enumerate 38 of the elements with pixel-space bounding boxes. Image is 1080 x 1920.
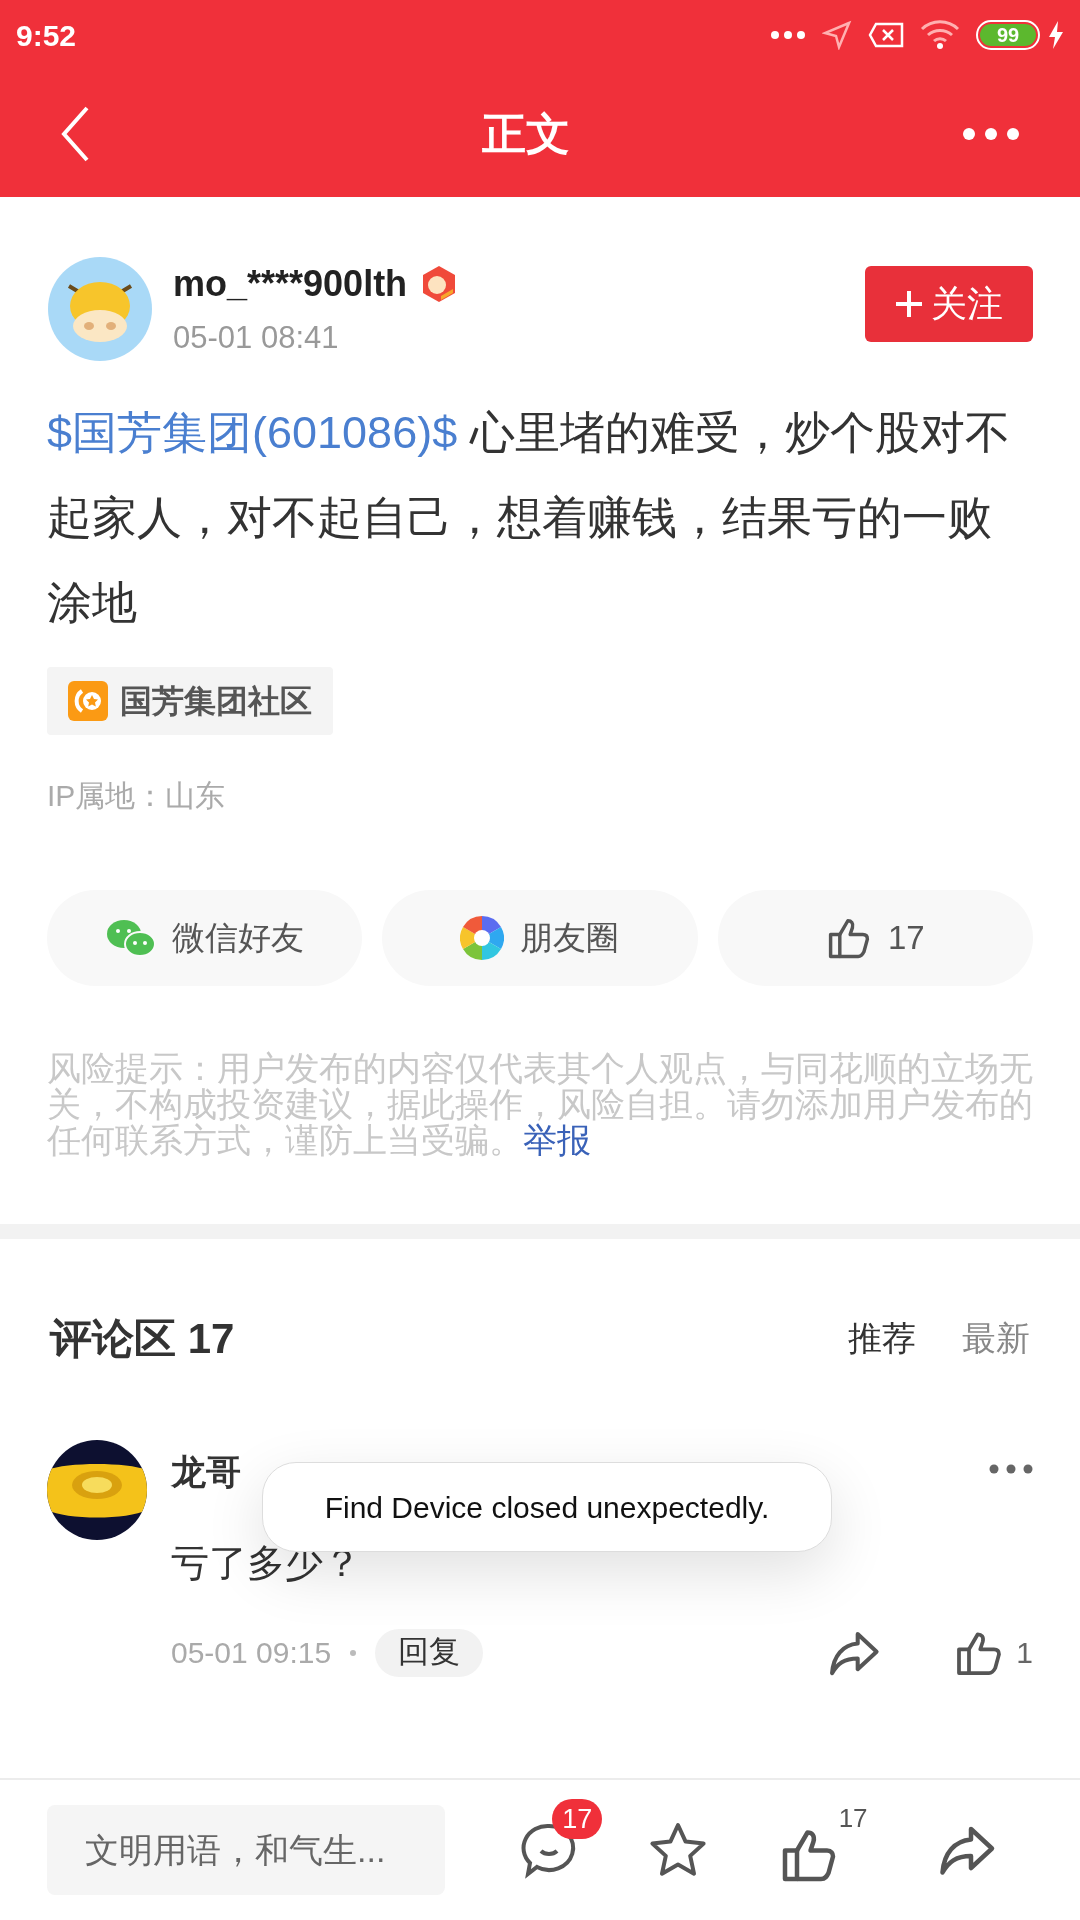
back-icon[interactable]: [60, 105, 90, 162]
post-time: 05-01 08:41: [173, 318, 340, 357]
comment-input[interactable]: 文明用语，和气生...: [47, 1805, 445, 1895]
sim-icon: [868, 22, 904, 48]
stock-link[interactable]: $国芳集团(601086)$: [47, 407, 458, 458]
aperture-icon: [460, 916, 505, 960]
follow-button[interactable]: 关注: [865, 266, 1033, 342]
plus-icon: [895, 290, 923, 318]
comment-count-badge: 17: [552, 1799, 603, 1839]
author-name[interactable]: mo_****900lth: [173, 256, 408, 311]
wifi-icon: [920, 19, 960, 51]
like-count: 17: [838, 1802, 868, 1835]
more-icon[interactable]: [989, 1464, 1033, 1475]
post-text: $国芳集团(601086)$ 心里堵的难受，炒个股对不起家人，对不起自己，想着赚钱，结果亏的一败涂地: [47, 406, 1011, 630]
comment-time: 05-01 09:15: [171, 1635, 332, 1671]
status-time: 9:52: [16, 17, 77, 54]
sort-tab[interactable]: 推荐: [848, 1313, 916, 1364]
dot-separator: [349, 1648, 358, 1657]
location-icon: [822, 20, 852, 50]
ip-location: IP属地：山东: [47, 778, 227, 814]
star-icon[interactable]: [648, 1821, 709, 1879]
share-button[interactable]: 朋友圈: [382, 890, 698, 986]
chat-bubbles-icon: [105, 918, 156, 958]
page-title: 正文: [482, 107, 570, 160]
community-tag[interactable]: 国芳集团社区: [47, 667, 333, 735]
report-link[interactable]: 举报: [523, 1121, 591, 1159]
share-button[interactable]: 17: [717, 890, 1033, 986]
more-icon: [770, 30, 806, 40]
more-icon[interactable]: [962, 126, 1020, 141]
comments-title: 评论区 17: [50, 1314, 235, 1364]
battery-indicator: 99: [976, 20, 1040, 50]
community-icon: [68, 681, 108, 721]
reply-button[interactable]: 回复: [375, 1628, 484, 1677]
sort-tab[interactable]: 最新: [962, 1313, 1030, 1364]
charging-icon: [1048, 21, 1064, 49]
like-count: 1: [1016, 1635, 1033, 1671]
commenter-name[interactable]: 龙哥: [171, 1446, 241, 1499]
share-button[interactable]: 微信好友: [47, 890, 363, 986]
